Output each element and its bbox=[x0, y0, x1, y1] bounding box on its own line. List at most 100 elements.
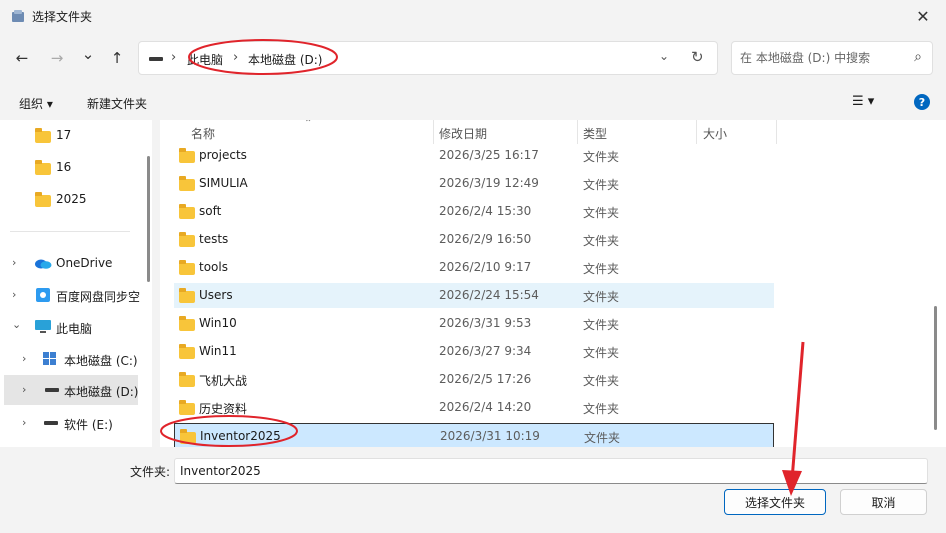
search-icon[interactable]: ⌕ bbox=[914, 49, 922, 65]
file-name: Win10 bbox=[199, 316, 237, 330]
file-row[interactable]: projects 2026/3/25 16:17 文件夹 bbox=[174, 143, 774, 168]
drive-icon bbox=[45, 388, 59, 392]
column-divider[interactable] bbox=[696, 120, 697, 144]
help-icon[interactable]: ? bbox=[914, 94, 930, 110]
column-divider[interactable] bbox=[577, 120, 578, 144]
organize-menu[interactable]: 组织 ▾ bbox=[19, 95, 53, 112]
file-row-selected[interactable]: Inventor2025 2026/3/31 10:19 文件夹 bbox=[174, 423, 774, 447]
select-folder-button[interactable]: 选择文件夹 bbox=[724, 489, 826, 515]
folder-field-label: 文件夹: bbox=[130, 465, 171, 479]
file-name: Inventor2025 bbox=[200, 429, 281, 443]
cancel-button[interactable]: 取消 bbox=[840, 489, 927, 515]
search-input[interactable] bbox=[740, 49, 900, 67]
file-modified: 2026/2/5 17:26 bbox=[439, 372, 532, 386]
file-type: 文件夹 bbox=[583, 206, 620, 220]
folder-icon bbox=[179, 176, 195, 191]
address-dropdown-icon[interactable]: ⌄ bbox=[659, 49, 669, 63]
folder-icon bbox=[179, 260, 195, 275]
window-title: 选择文件夹 bbox=[32, 10, 93, 24]
nav-item-17[interactable]: 17 bbox=[0, 121, 142, 149]
chevron-down-icon[interactable]: ⌄ bbox=[12, 318, 21, 331]
file-type: 文件夹 bbox=[583, 346, 620, 360]
breadcrumb-drive-d[interactable]: 本地磁盘 (D:) bbox=[248, 51, 322, 68]
nav-item-label: OneDrive bbox=[56, 256, 113, 270]
column-modified[interactable]: 修改日期 bbox=[439, 125, 487, 142]
up-arrow-icon[interactable]: ↑ bbox=[105, 48, 129, 68]
file-row[interactable]: tests 2026/2/9 16:50 文件夹 bbox=[174, 227, 774, 252]
nav-item-label: 2025 bbox=[56, 192, 87, 206]
folder-icon bbox=[179, 400, 195, 415]
recent-locations-icon[interactable]: ⌄ bbox=[76, 44, 100, 64]
windows-drive-icon bbox=[43, 352, 56, 365]
file-modified: 2026/2/24 15:54 bbox=[439, 288, 539, 302]
file-row[interactable]: 历史资料 2026/2/4 14:20 文件夹 bbox=[174, 395, 774, 420]
drive-icon bbox=[44, 421, 58, 425]
nav-item-label: 此电脑 bbox=[56, 322, 93, 336]
file-row[interactable]: 飞机大战 2026/2/5 17:26 文件夹 bbox=[174, 367, 774, 392]
chevron-right-icon[interactable]: › bbox=[22, 352, 26, 365]
column-divider[interactable] bbox=[433, 120, 434, 144]
folder-icon bbox=[179, 204, 195, 219]
column-type[interactable]: 类型 bbox=[583, 125, 607, 142]
nav-pane-scrollbar[interactable] bbox=[147, 156, 150, 282]
file-row[interactable]: SIMULIA 2026/3/19 12:49 文件夹 bbox=[174, 171, 774, 196]
file-name: Users bbox=[199, 288, 233, 302]
file-name: projects bbox=[199, 148, 247, 162]
file-type: 文件夹 bbox=[583, 374, 620, 388]
forward-arrow-icon[interactable]: → bbox=[45, 48, 69, 68]
column-divider[interactable] bbox=[776, 120, 777, 144]
navigation-bar: ← → ⌄ ↑ › 此电脑 › 本地磁盘 (D:) ⌄ ↻ ⌕ bbox=[0, 36, 946, 80]
nav-item-drive-c[interactable]: › 本地磁盘 (C:) bbox=[0, 345, 142, 373]
file-row[interactable]: Win10 2026/3/31 9:53 文件夹 bbox=[174, 311, 774, 336]
drive-icon bbox=[149, 57, 163, 61]
file-modified: 2026/3/27 9:34 bbox=[439, 344, 532, 358]
folder-icon bbox=[35, 160, 51, 175]
nav-item-16[interactable]: 16 bbox=[0, 153, 142, 181]
new-folder-button[interactable]: 新建文件夹 bbox=[87, 95, 147, 112]
file-modified: 2026/3/19 12:49 bbox=[439, 176, 539, 190]
view-options-icon[interactable]: ☰ ▾ bbox=[852, 94, 874, 109]
refresh-icon[interactable]: ↻ bbox=[691, 48, 704, 66]
nav-item-drive-e[interactable]: › 软件 (E:) bbox=[0, 409, 142, 437]
app-icon bbox=[12, 10, 24, 22]
search-box[interactable]: ⌕ bbox=[731, 41, 933, 75]
nav-item-2025[interactable]: 2025 bbox=[0, 185, 142, 213]
column-size[interactable]: 大小 bbox=[703, 125, 727, 142]
nav-item-baidu-sync[interactable]: › 百度网盘同步空 bbox=[0, 281, 142, 309]
organize-label: 组织 bbox=[19, 97, 44, 111]
dialog-footer: 文件夹: 选择文件夹 取消 bbox=[0, 447, 946, 533]
file-row[interactable]: tools 2026/2/10 9:17 文件夹 bbox=[174, 255, 774, 280]
chevron-right-icon[interactable]: › bbox=[22, 416, 26, 429]
file-type: 文件夹 bbox=[583, 178, 620, 192]
computer-icon bbox=[35, 320, 51, 333]
file-modified: 2026/2/9 16:50 bbox=[439, 232, 532, 246]
file-type: 文件夹 bbox=[583, 290, 620, 304]
baidu-netdisk-icon bbox=[36, 288, 50, 302]
file-type: 文件夹 bbox=[583, 234, 620, 248]
file-row-hovered[interactable]: Users 2026/2/24 15:54 文件夹 bbox=[174, 283, 774, 308]
nav-item-onedrive[interactable]: › OneDrive bbox=[0, 249, 142, 277]
folder-name-input[interactable] bbox=[174, 458, 928, 484]
nav-item-this-pc[interactable]: ⌄ 此电脑 bbox=[0, 313, 142, 341]
nav-item-label: 17 bbox=[56, 128, 72, 142]
column-name[interactable]: 名称 bbox=[191, 125, 215, 142]
nav-item-drive-d[interactable]: › 本地磁盘 (D:) bbox=[4, 375, 138, 405]
file-list-scrollbar[interactable] bbox=[934, 306, 937, 430]
file-name: 飞机大战 bbox=[199, 374, 248, 388]
folder-icon bbox=[179, 148, 195, 163]
chevron-right-icon[interactable]: › bbox=[22, 383, 26, 396]
folder-icon bbox=[35, 192, 51, 207]
address-bar[interactable]: › 此电脑 › 本地磁盘 (D:) ⌄ ↻ bbox=[138, 41, 718, 75]
file-modified: 2026/2/4 14:20 bbox=[439, 400, 532, 414]
folder-icon bbox=[35, 128, 51, 143]
nav-item-label: 软件 (E:) bbox=[64, 418, 113, 432]
close-icon[interactable]: ✕ bbox=[900, 0, 946, 32]
file-row[interactable]: soft 2026/2/4 15:30 文件夹 bbox=[174, 199, 774, 224]
file-modified: 2026/2/4 15:30 bbox=[439, 204, 532, 218]
chevron-right-icon[interactable]: › bbox=[12, 256, 16, 269]
back-arrow-icon[interactable]: ← bbox=[10, 48, 34, 68]
breadcrumb-this-pc[interactable]: 此电脑 bbox=[187, 51, 223, 68]
file-row[interactable]: Win11 2026/3/27 9:34 文件夹 bbox=[174, 339, 774, 364]
chevron-right-icon[interactable]: › bbox=[12, 288, 16, 301]
file-name: SIMULIA bbox=[199, 176, 248, 190]
